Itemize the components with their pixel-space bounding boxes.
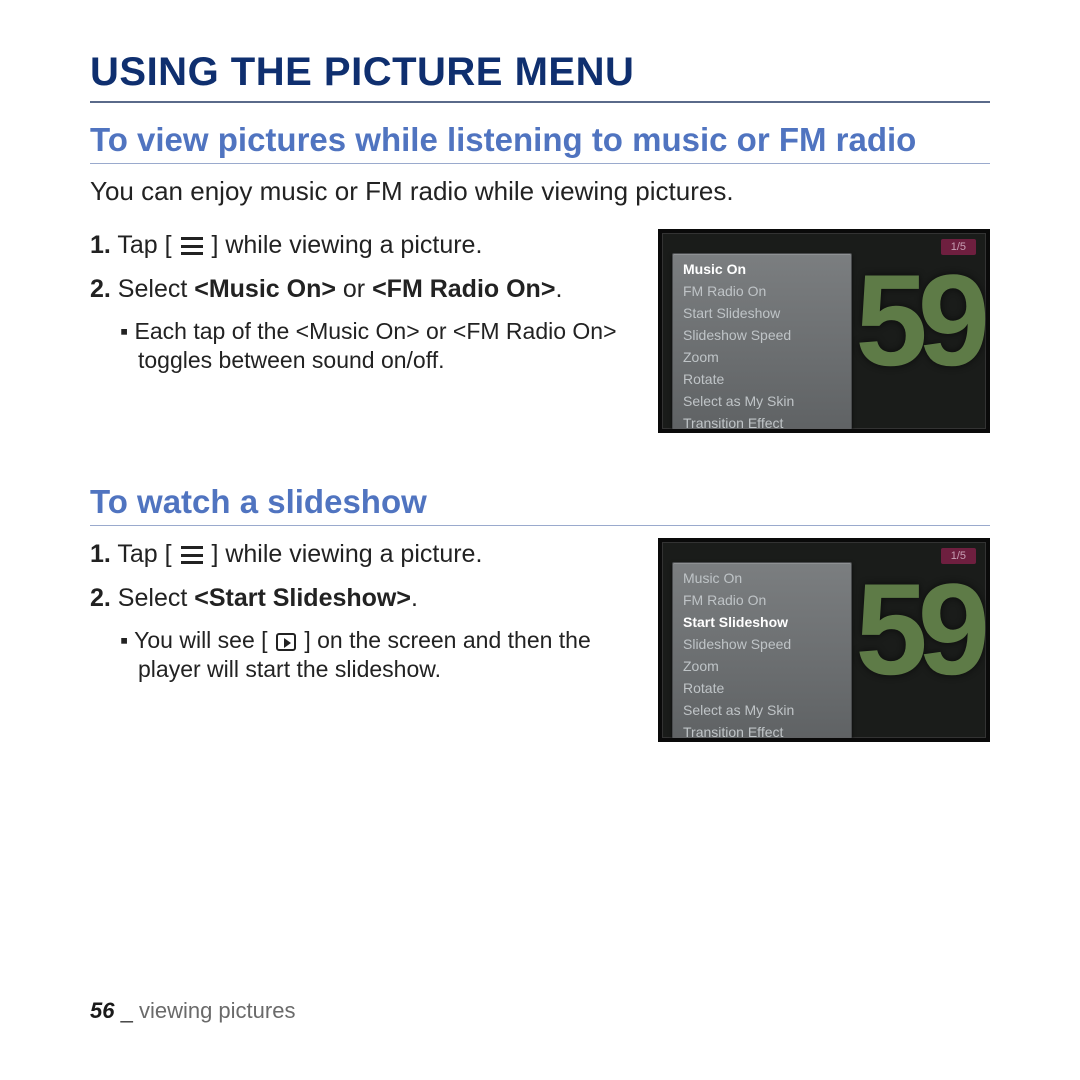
menu-item: Slideshow Speed bbox=[673, 324, 851, 346]
step-text: Tap [ bbox=[111, 540, 179, 568]
background-number: 59 bbox=[855, 255, 980, 385]
menu-item: Select as My Skin bbox=[673, 699, 851, 721]
menu-item: Start Slideshow bbox=[673, 611, 851, 633]
menu-item: Music On bbox=[673, 258, 851, 280]
note-text: You will see [ bbox=[134, 627, 274, 653]
step-2: 2. Select <Music On> or <FM Radio On>. bbox=[90, 273, 632, 307]
page-title: USING THE PICTURE MENU bbox=[90, 50, 990, 103]
menu-item: Transition Effect bbox=[673, 721, 851, 742]
menu-item: Zoom bbox=[673, 655, 851, 677]
picture-menu-popup: Music OnFM Radio OnStart SlideshowSlides… bbox=[672, 253, 852, 433]
step-text: . bbox=[555, 275, 562, 303]
step-note: Each tap of the <Music On> or <FM Radio … bbox=[90, 317, 632, 377]
device-preview: 59 1/5 Music OnFM Radio OnStart Slidesho… bbox=[658, 229, 990, 433]
menu-icon bbox=[181, 237, 203, 255]
step-number: 2. bbox=[90, 584, 111, 612]
steps-column: 1. Tap [ ] while viewing a picture. 2. S… bbox=[90, 538, 632, 742]
menu-item: FM Radio On bbox=[673, 589, 851, 611]
device-screen: 59 1/5 Music OnFM Radio OnStart Slidesho… bbox=[658, 538, 990, 742]
menu-item: Slideshow Speed bbox=[673, 633, 851, 655]
section-music-fm: 1. Tap [ ] while viewing a picture. 2. S… bbox=[90, 229, 990, 433]
steps-column: 1. Tap [ ] while viewing a picture. 2. S… bbox=[90, 229, 632, 433]
footer-separator: _ bbox=[114, 998, 138, 1023]
step-text: Select bbox=[111, 275, 194, 303]
section-heading-slideshow: To watch a slideshow bbox=[90, 483, 990, 526]
device-preview: 59 1/5 Music OnFM Radio OnStart Slidesho… bbox=[658, 538, 990, 742]
step-text: ] while viewing a picture. bbox=[205, 231, 483, 259]
step-number: 1. bbox=[90, 540, 111, 568]
step-text: Tap [ bbox=[111, 231, 179, 259]
step-number: 1. bbox=[90, 231, 111, 259]
menu-item: FM Radio On bbox=[673, 280, 851, 302]
step-2: 2. Select <Start Slideshow>. bbox=[90, 582, 632, 616]
page-footer: 56 _ viewing pictures bbox=[90, 998, 295, 1024]
menu-item: Music On bbox=[673, 567, 851, 589]
menu-item: Zoom bbox=[673, 346, 851, 368]
option-music-on: <Music On> bbox=[194, 275, 336, 303]
counter-badge: 1/5 bbox=[941, 548, 976, 564]
chapter-label: viewing pictures bbox=[139, 998, 296, 1023]
section-heading-music-fm: To view pictures while listening to musi… bbox=[90, 121, 990, 164]
intro-text: You can enjoy music or FM radio while vi… bbox=[90, 176, 990, 207]
menu-icon bbox=[181, 546, 203, 564]
step-number: 2. bbox=[90, 275, 111, 303]
menu-item: Transition Effect bbox=[673, 412, 851, 433]
menu-item: Start Slideshow bbox=[673, 302, 851, 324]
menu-item: Select as My Skin bbox=[673, 390, 851, 412]
step-text: or bbox=[336, 275, 372, 303]
option-start-slideshow: <Start Slideshow> bbox=[194, 584, 411, 612]
step-text: . bbox=[411, 584, 418, 612]
device-screen: 59 1/5 Music OnFM Radio OnStart Slidesho… bbox=[658, 229, 990, 433]
step-1: 1. Tap [ ] while viewing a picture. bbox=[90, 538, 632, 572]
option-fm-radio-on: <FM Radio On> bbox=[372, 275, 555, 303]
slideshow-play-icon bbox=[276, 633, 296, 651]
counter-badge: 1/5 bbox=[941, 239, 976, 255]
step-note: You will see [ ] on the screen and then … bbox=[90, 626, 632, 686]
menu-item: Rotate bbox=[673, 677, 851, 699]
step-text: ] while viewing a picture. bbox=[205, 540, 483, 568]
step-text: Select bbox=[111, 584, 194, 612]
step-1: 1. Tap [ ] while viewing a picture. bbox=[90, 229, 632, 263]
menu-item: Rotate bbox=[673, 368, 851, 390]
picture-menu-popup: Music OnFM Radio OnStart SlideshowSlides… bbox=[672, 562, 852, 742]
section-slideshow: 1. Tap [ ] while viewing a picture. 2. S… bbox=[90, 538, 990, 742]
page-number: 56 bbox=[90, 998, 114, 1023]
background-number: 59 bbox=[855, 564, 980, 694]
